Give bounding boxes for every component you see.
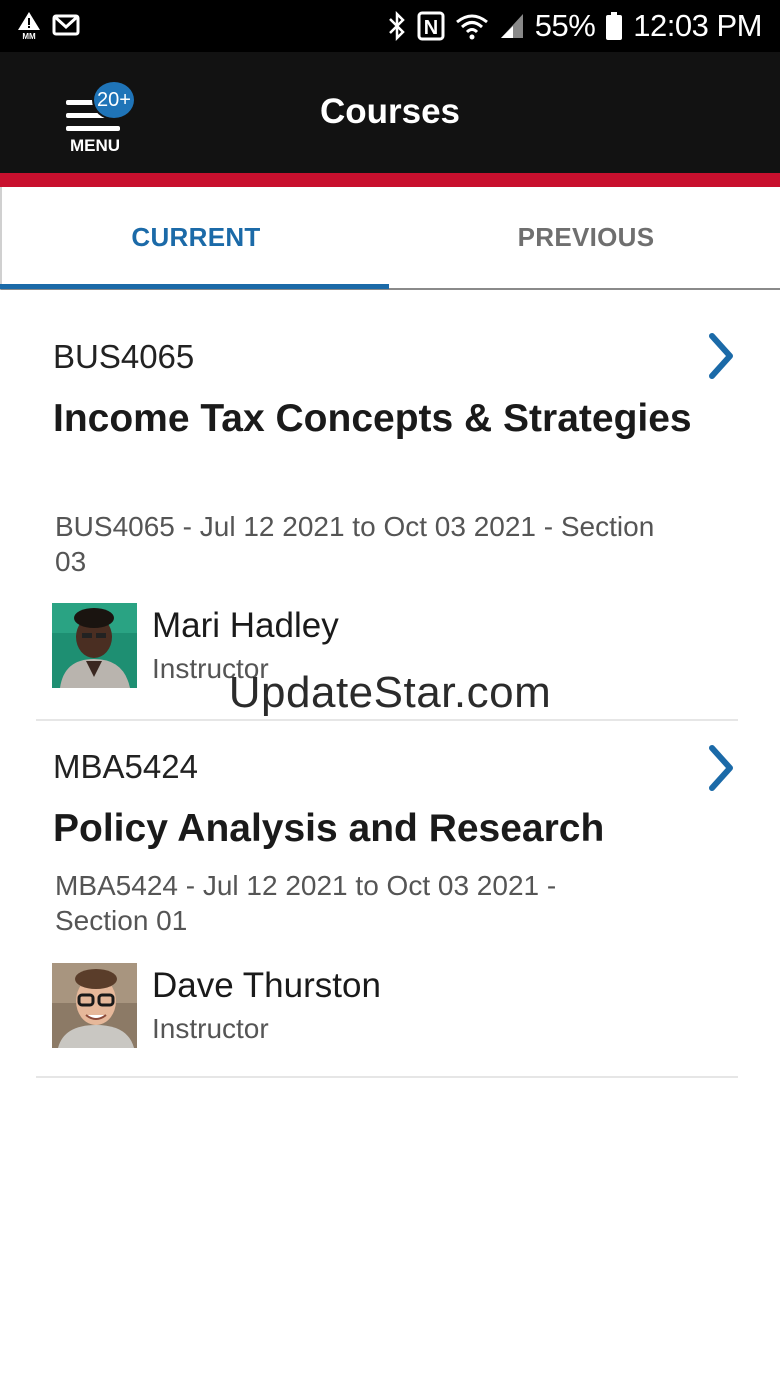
clock: 12:03 PM [633, 8, 762, 43]
instructor-name: Mari Hadley [152, 606, 339, 645]
signal-icon [499, 12, 525, 40]
instructor-name: Dave Thurston [152, 966, 381, 1005]
avatar [52, 963, 137, 1048]
nfc-icon: N [417, 11, 445, 41]
svg-text:MM: MM [22, 32, 36, 40]
watermark: UpdateStar.com [228, 668, 552, 717]
battery-icon [605, 11, 623, 41]
chevron-right-icon[interactable] [706, 744, 736, 792]
course-title: Income Tax Concepts & Strategies [53, 397, 692, 440]
page-title: Courses [319, 92, 461, 131]
status-bar-right: N 55% 12:03 PM [387, 8, 762, 44]
course-card[interactable]: MBA5424 Policy Analysis and Research MBA… [36, 722, 738, 1078]
course-code: BUS4065 [53, 338, 195, 375]
tab-previous[interactable]: PREVIOUS [392, 187, 780, 288]
status-bar-left: MM [16, 10, 80, 40]
status-bar: MM N 55% 12:03 PM [0, 0, 780, 52]
menu-label: MENU [69, 136, 121, 155]
gmail-icon [52, 14, 80, 36]
tab-bar: CURRENT PREVIOUS [0, 187, 780, 290]
course-meta: MBA5424 - Jul 12 2021 to Oct 03 2021 - S… [55, 870, 557, 936]
battery-percent: 55% [534, 8, 596, 43]
course-title: Policy Analysis and Research [53, 807, 605, 850]
course-code: MBA5424 [53, 748, 198, 785]
warning-triangle-icon: MM [16, 10, 42, 40]
bluetooth-icon [387, 11, 407, 41]
app-header: MENU 20+ Courses [0, 52, 780, 173]
course-meta: BUS4065 - Jul 12 2021 to Oct 03 2021 - S… [55, 511, 655, 577]
instructor-role: Instructor [152, 1013, 269, 1044]
accent-bar [0, 173, 780, 187]
tab-current[interactable]: CURRENT [2, 187, 390, 288]
course-card[interactable]: BUS4065 Income Tax Concepts & Strategies… [36, 290, 738, 721]
svg-text:N: N [424, 17, 438, 39]
wifi-icon [455, 12, 489, 40]
chevron-right-icon[interactable] [706, 332, 736, 380]
active-tab-indicator [0, 284, 389, 289]
